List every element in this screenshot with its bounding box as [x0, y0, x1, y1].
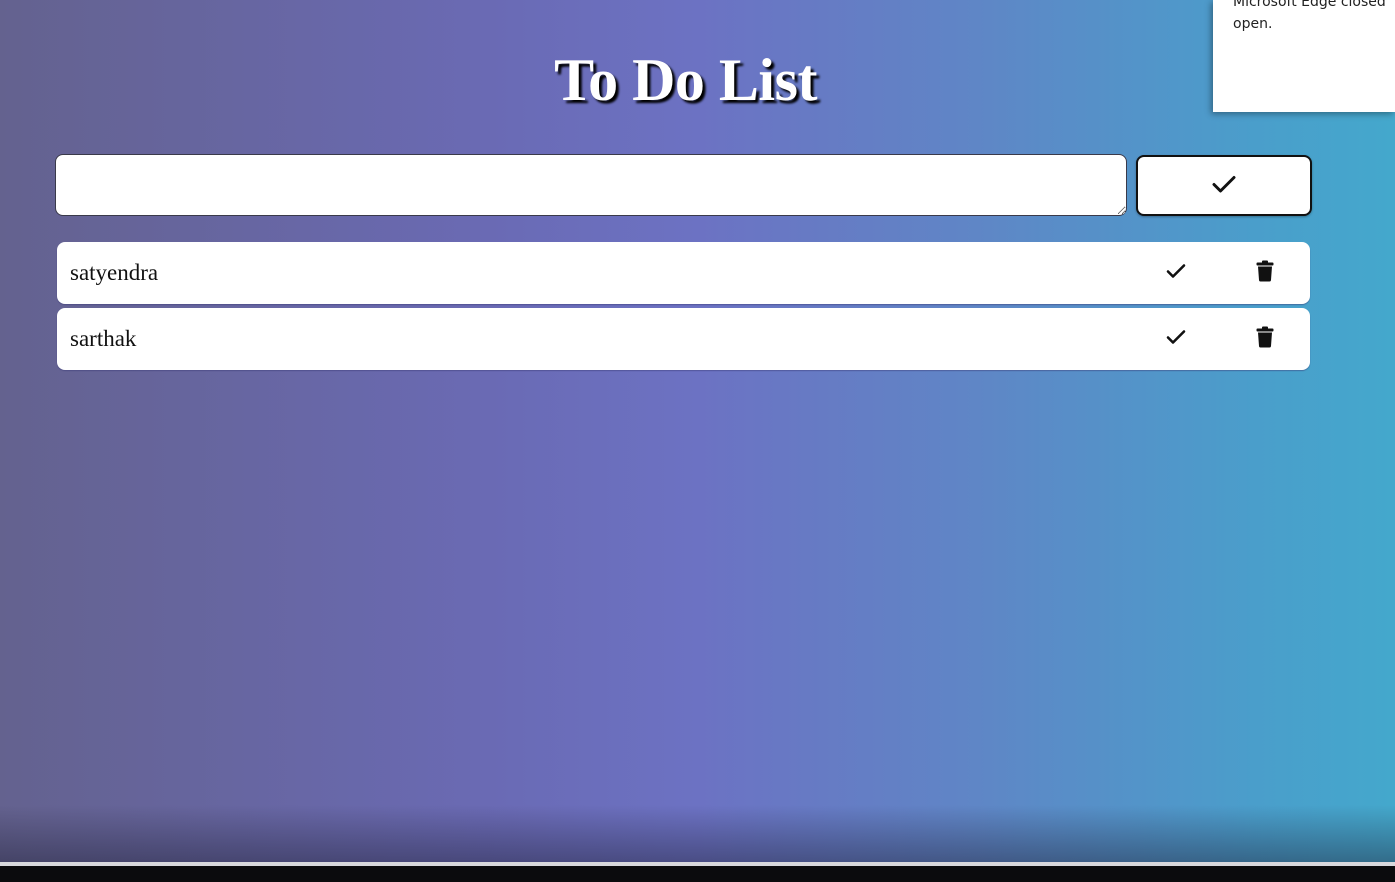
todo-list: satyendra sarthak [57, 242, 1310, 374]
bottom-shadow [0, 805, 1395, 867]
delete-task-button[interactable] [1249, 323, 1281, 355]
delete-task-button[interactable] [1249, 257, 1281, 289]
notification-popup[interactable]: Microsoft Edge closed open. [1213, 0, 1395, 112]
check-icon [1212, 174, 1236, 197]
trash-icon [1256, 326, 1274, 353]
notification-text: Microsoft Edge closed open. [1233, 0, 1386, 32]
complete-task-button[interactable] [1160, 257, 1192, 289]
todo-item: sarthak [57, 308, 1310, 370]
trash-icon [1256, 260, 1274, 287]
page-title: To Do List [554, 47, 817, 113]
todo-text: satyendra [70, 260, 159, 285]
todo-item: satyendra [57, 242, 1310, 304]
complete-task-button[interactable] [1160, 323, 1192, 355]
task-input[interactable] [55, 154, 1127, 216]
todo-text: sarthak [70, 326, 137, 351]
add-task-button[interactable] [1136, 155, 1312, 216]
bottom-bar [0, 866, 1395, 882]
check-icon [1166, 329, 1186, 350]
check-icon [1166, 263, 1186, 284]
